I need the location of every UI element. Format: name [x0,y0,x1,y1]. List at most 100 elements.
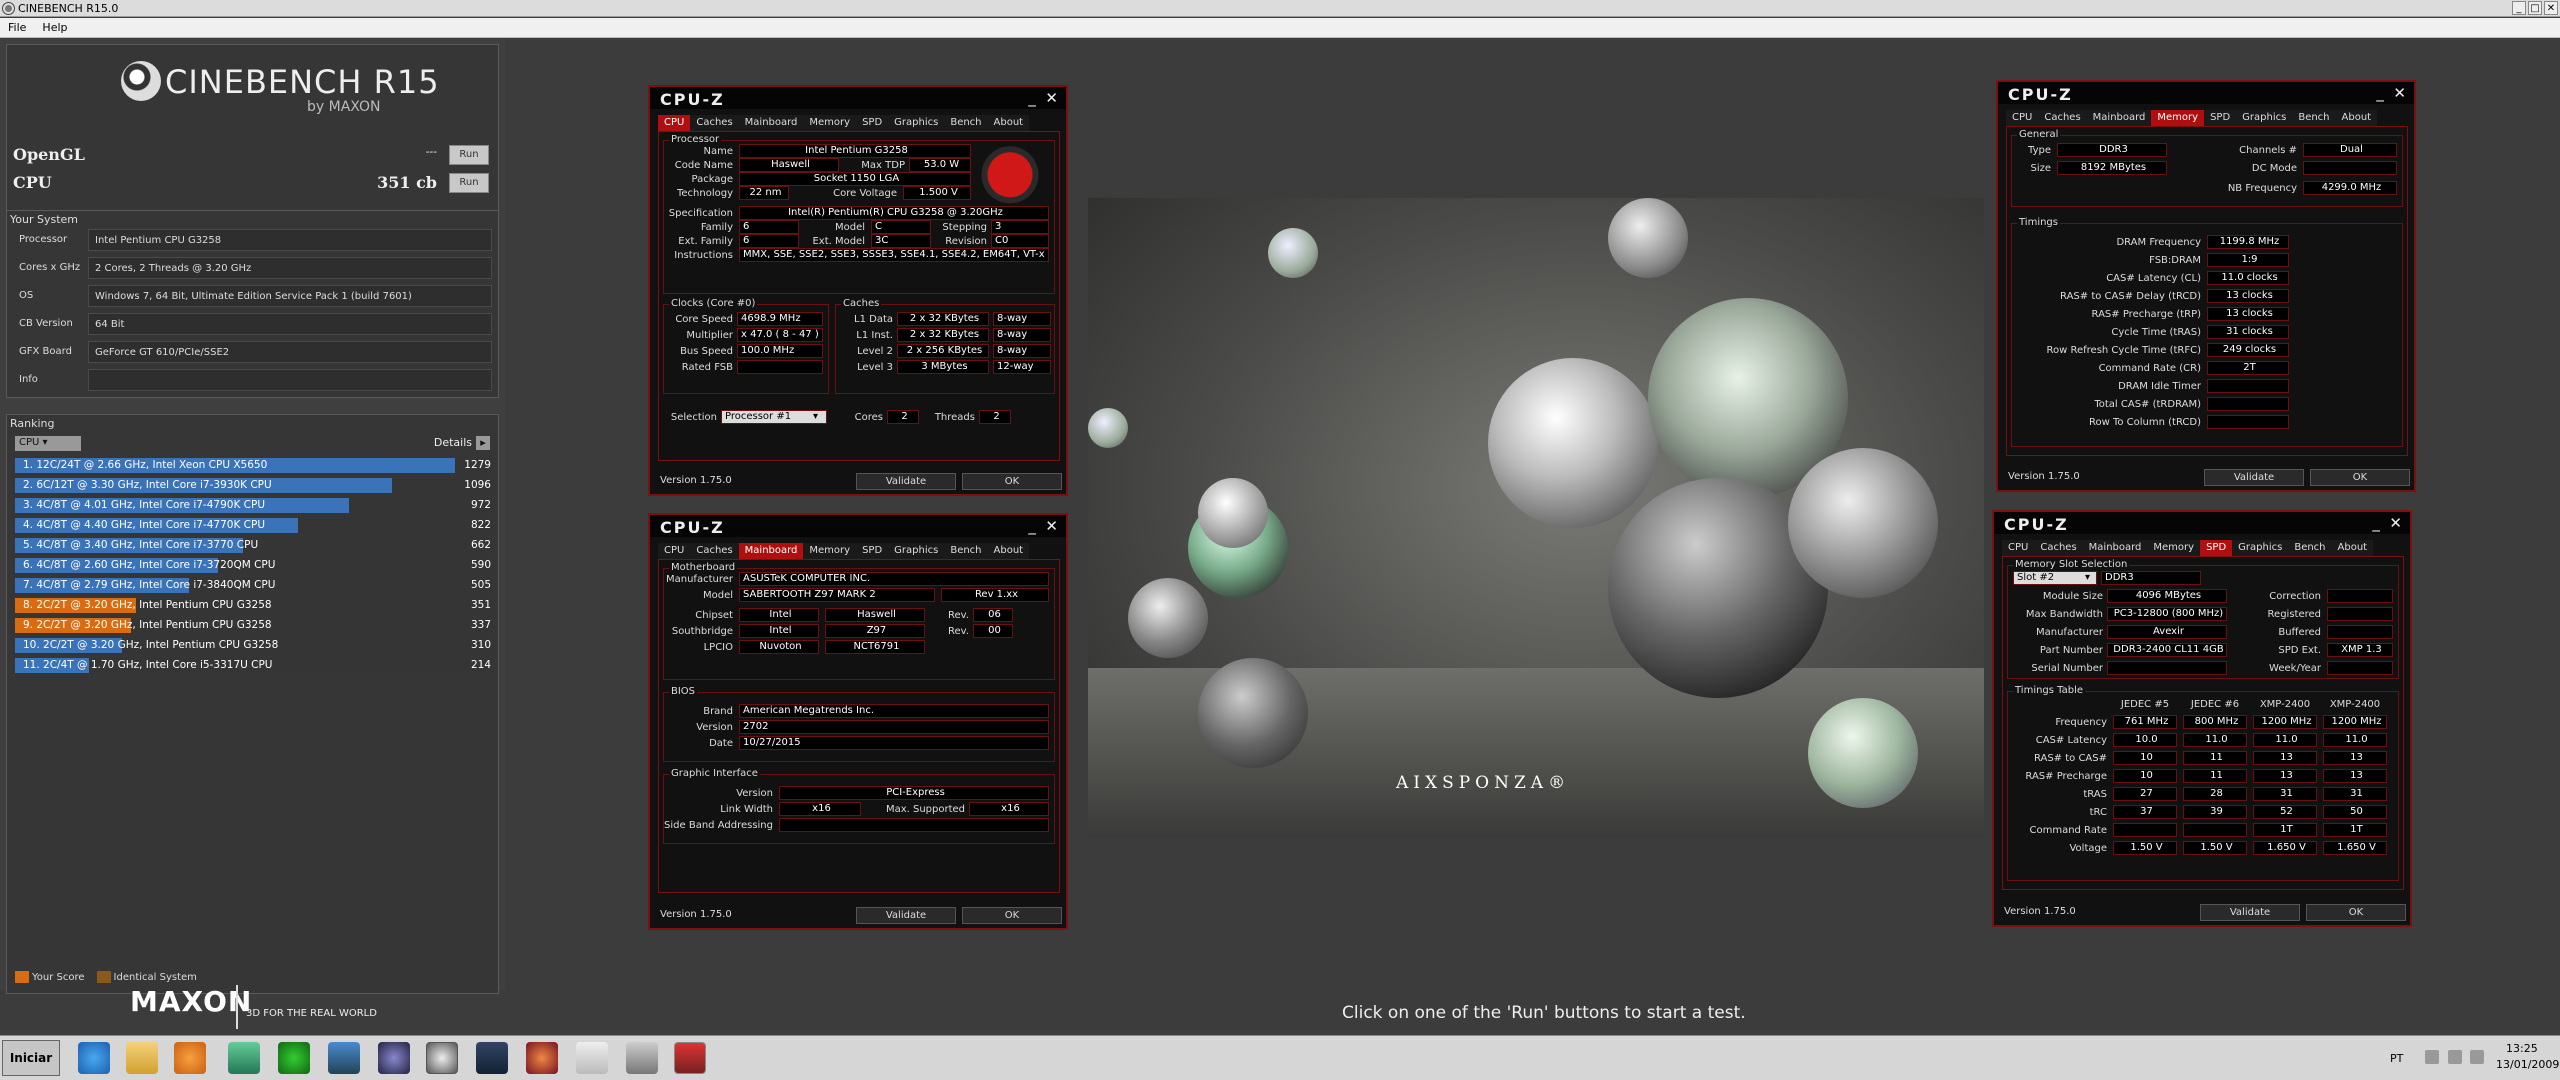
validate-button[interactable]: Validate [2204,469,2304,486]
cpuz-window-buttons[interactable]: _ ✕ [1028,89,1058,107]
tab-caches[interactable]: Caches [690,115,739,131]
tab-spd[interactable]: SPD [856,115,889,131]
tab-mainboard[interactable]: Mainboard [738,543,804,559]
ranking-row[interactable]: 2. 6C/12T @ 3.30 GHz, Intel Core i7-3930… [15,477,493,494]
cpuz-taskbar-icon[interactable] [476,1042,508,1074]
folder-icon[interactable] [126,1042,158,1074]
volume-icon[interactable] [2470,1050,2484,1064]
ok-button[interactable]: OK [962,907,1062,924]
tab-memory[interactable]: Memory [803,115,857,131]
tab-spd[interactable]: SPD [2200,540,2233,556]
cinebench-taskbar-icon[interactable] [426,1042,458,1074]
run-opengl-button[interactable]: Run [449,145,489,165]
validate-button[interactable]: Validate [856,473,956,490]
media-player-icon[interactable] [174,1042,206,1074]
ranking-type-select[interactable]: CPU ▾ [15,436,81,451]
tab-spd[interactable]: SPD [2204,110,2237,126]
tab-bench[interactable]: Bench [944,543,988,559]
xbox-icon[interactable] [278,1042,310,1074]
ranking-row[interactable]: 5. 4C/8T @ 3.40 GHz, Intel Core i7-3770 … [15,537,493,554]
render-sphere [1608,198,1688,278]
image-viewer-icon[interactable] [228,1042,260,1074]
tab-about[interactable]: About [2335,110,2378,126]
network-tray-icon[interactable] [2448,1050,2462,1064]
tab-memory[interactable]: Memory [2147,540,2201,556]
tab-caches[interactable]: Caches [690,543,739,559]
ranking-row[interactable]: 3. 4C/8T @ 4.01 GHz, Intel Core i7-4790K… [15,497,493,514]
tab-mainboard[interactable]: Mainboard [2086,110,2152,126]
minimize-button[interactable]: _ [2512,1,2526,15]
cpuz-window-buttons[interactable]: _ ✕ [2372,514,2402,532]
ranking-row[interactable]: 1. 12C/24T @ 2.66 GHz, Intel Xeon CPU X5… [15,457,493,474]
ranking-row[interactable]: 8. 2C/2T @ 3.20 GHz, Intel Pentium CPU G… [15,597,493,614]
nbfreq-value: 4299.0 MHz [2303,181,2397,195]
ranking-row[interactable]: 6. 4C/8T @ 2.60 GHz, Intel Core i7-3720Q… [15,557,493,574]
validate-button[interactable]: Validate [2200,904,2300,921]
menu-help[interactable]: Help [42,18,67,37]
close-button[interactable]: ✕ [2544,1,2558,15]
clock-date[interactable]: 13/01/2009 [2496,1058,2559,1071]
tab-cpu[interactable]: CPU [2002,540,2035,556]
tab-graphics[interactable]: Graphics [2232,540,2289,556]
ok-button[interactable]: OK [962,473,1062,490]
cpuz-active-icon[interactable] [674,1042,706,1074]
tab-cpu[interactable]: CPU [658,543,691,559]
tab-memory[interactable]: Memory [803,543,857,559]
tab-about[interactable]: About [2331,540,2374,556]
tab-cpu[interactable]: CPU [658,115,691,131]
biosver-value: 2702 [739,720,1049,734]
cpuz-window-buttons[interactable]: _ ✕ [2376,84,2406,102]
tab-bench[interactable]: Bench [2288,540,2332,556]
cpuz-header: CPU-Z _ ✕ [650,87,1066,109]
language-indicator[interactable]: PT [2390,1052,2403,1065]
tab-about[interactable]: About [987,543,1030,559]
system-value[interactable] [88,369,492,391]
start-button[interactable]: Iniciar [2,1040,60,1076]
snipping-tool-icon[interactable] [576,1042,608,1074]
tab-memory[interactable]: Memory [2151,110,2205,126]
tab-caches[interactable]: Caches [2034,540,2083,556]
paint-icon[interactable] [626,1042,658,1074]
processor-selection-dropdown[interactable]: Processor #1 [721,410,827,424]
network-icon[interactable] [328,1042,360,1074]
tab-spd[interactable]: SPD [856,543,889,559]
cinebench-app-icon [3,3,14,14]
ranking-row[interactable]: 11. 2C/4T @ 1.70 GHz, Intel Core i5-3317… [15,657,493,674]
maximize-button[interactable]: □ [2528,1,2542,15]
timings-row-label: Frequency [2055,717,2107,728]
tab-graphics[interactable]: Graphics [2236,110,2293,126]
modsize-value: 4096 MBytes [2107,589,2227,603]
group-title: Graphic Interface [669,768,760,779]
tray-icon[interactable] [2425,1050,2439,1064]
tab-mainboard[interactable]: Mainboard [2082,540,2148,556]
menu-file[interactable]: File [8,18,26,37]
clock-time[interactable]: 13:25 [2506,1042,2538,1055]
globe-icon[interactable] [378,1042,410,1074]
system-row: CB Version 64 Bit [13,313,493,335]
legend-your-score: Your Score [15,971,85,983]
cpuz-window-buttons[interactable]: _ ✕ [1028,517,1058,535]
tab-graphics[interactable]: Graphics [888,115,945,131]
internet-explorer-icon[interactable] [78,1042,110,1074]
ok-button[interactable]: OK [2306,904,2406,921]
timings-cell: 1.650 V [2253,841,2317,855]
ranking-row[interactable]: 7. 4C/8T @ 2.79 GHz, Intel Core i7-3840Q… [15,577,493,594]
score-cpu: CPU 351 cb Run [13,173,493,195]
system-tray: PT 13:25 13/01/2009 [2380,1036,2560,1080]
brand-value: American Megatrends Inc. [739,704,1049,718]
tab-bench[interactable]: Bench [2292,110,2336,126]
run-cpu-button[interactable]: Run [449,173,489,193]
tab-mainboard[interactable]: Mainboard [738,115,804,131]
tab-graphics[interactable]: Graphics [888,543,945,559]
tab-caches[interactable]: Caches [2038,110,2087,126]
ranking-row[interactable]: 10. 2C/2T @ 3.20 GHz, Intel Pentium CPU … [15,637,493,654]
ranking-row[interactable]: 9. 2C/2T @ 3.20 GHz, Intel Pentium CPU G… [15,617,493,634]
ok-button[interactable]: OK [2310,469,2410,486]
tab-cpu[interactable]: CPU [2006,110,2039,126]
tab-about[interactable]: About [987,115,1030,131]
details-toggle[interactable]: Details ▸ [434,436,490,450]
tool-icon[interactable] [526,1042,558,1074]
validate-button[interactable]: Validate [856,907,956,924]
tab-bench[interactable]: Bench [944,115,988,131]
ranking-row[interactable]: 4. 4C/8T @ 4.40 GHz, Intel Core i7-4770K… [15,517,493,534]
